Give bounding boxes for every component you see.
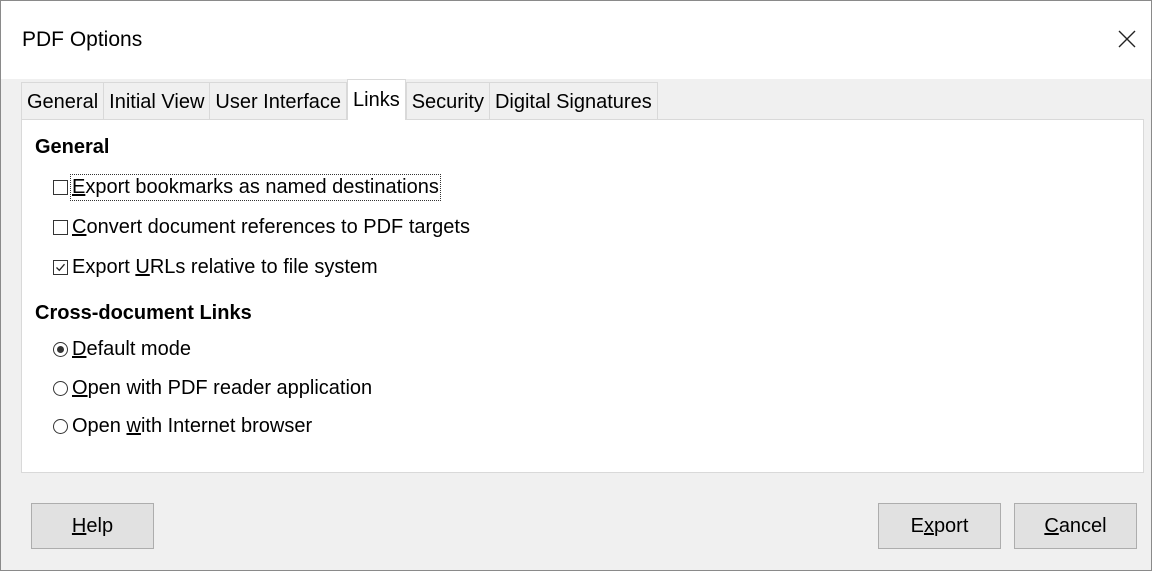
pdf-options-dialog: PDF Options General Initial View User In… bbox=[0, 0, 1152, 571]
close-button[interactable] bbox=[1103, 15, 1151, 63]
links-panel: General Export bookmarks as named destin… bbox=[21, 119, 1144, 473]
export-bookmarks-checkbox[interactable]: Export bookmarks as named destinations bbox=[53, 174, 441, 201]
checkmark-icon bbox=[56, 263, 65, 272]
export-button[interactable]: Export bbox=[878, 503, 1001, 549]
button-label: Export bbox=[910, 514, 969, 537]
option-label: Convert document references to PDF targe… bbox=[72, 216, 470, 238]
export-urls-relative-checkbox[interactable]: Export URLs relative to file system bbox=[53, 256, 378, 279]
open-pdf-reader-radio[interactable]: Open with PDF reader application bbox=[53, 377, 372, 400]
tab-label: Initial View bbox=[109, 91, 205, 113]
tab-security[interactable]: Security bbox=[405, 82, 490, 120]
tab-initial-view[interactable]: Initial View bbox=[103, 82, 211, 120]
tab-label: General bbox=[27, 91, 99, 113]
open-internet-browser-radio[interactable]: Open with Internet browser bbox=[53, 415, 312, 438]
option-label: Export bookmarks as named destinations bbox=[70, 174, 441, 201]
tab-digital-signatures[interactable]: Digital Signatures bbox=[488, 82, 658, 120]
tab-bar: General Initial View User Interface Link… bbox=[21, 79, 658, 120]
button-label: Cancel bbox=[1044, 514, 1107, 537]
checkbox-unchecked bbox=[53, 220, 68, 235]
tab-general[interactable]: General bbox=[21, 82, 105, 120]
tab-label: Security bbox=[411, 91, 484, 113]
general-section-title: General bbox=[35, 136, 110, 158]
default-mode-radio[interactable]: Default mode bbox=[53, 338, 191, 361]
convert-references-checkbox[interactable]: Convert document references to PDF targe… bbox=[53, 216, 470, 239]
button-label: Help bbox=[71, 514, 114, 537]
radio-unselected bbox=[53, 419, 68, 434]
cross-links-section-title: Cross-document Links bbox=[35, 302, 252, 324]
tab-label: User Interface bbox=[215, 91, 341, 113]
checkbox-unchecked bbox=[53, 180, 68, 195]
radio-unselected bbox=[53, 381, 68, 396]
option-label: Open with Internet browser bbox=[72, 415, 313, 437]
checkbox-checked bbox=[53, 260, 68, 275]
title-bar: PDF Options bbox=[1, 1, 1151, 79]
help-button[interactable]: Help bbox=[31, 503, 154, 549]
tab-label: Links bbox=[353, 89, 400, 111]
dialog-title: PDF Options bbox=[22, 28, 143, 51]
tab-label: Digital Signatures bbox=[494, 91, 652, 113]
option-label: Default mode bbox=[72, 338, 191, 360]
option-label: Open with PDF reader application bbox=[72, 377, 373, 399]
option-label: Export URLs relative to file system bbox=[72, 256, 378, 278]
close-icon bbox=[1118, 30, 1136, 48]
tab-user-interface[interactable]: User Interface bbox=[209, 82, 347, 120]
radio-selected bbox=[53, 342, 68, 357]
tab-links[interactable]: Links bbox=[347, 79, 406, 120]
cancel-button[interactable]: Cancel bbox=[1014, 503, 1137, 549]
